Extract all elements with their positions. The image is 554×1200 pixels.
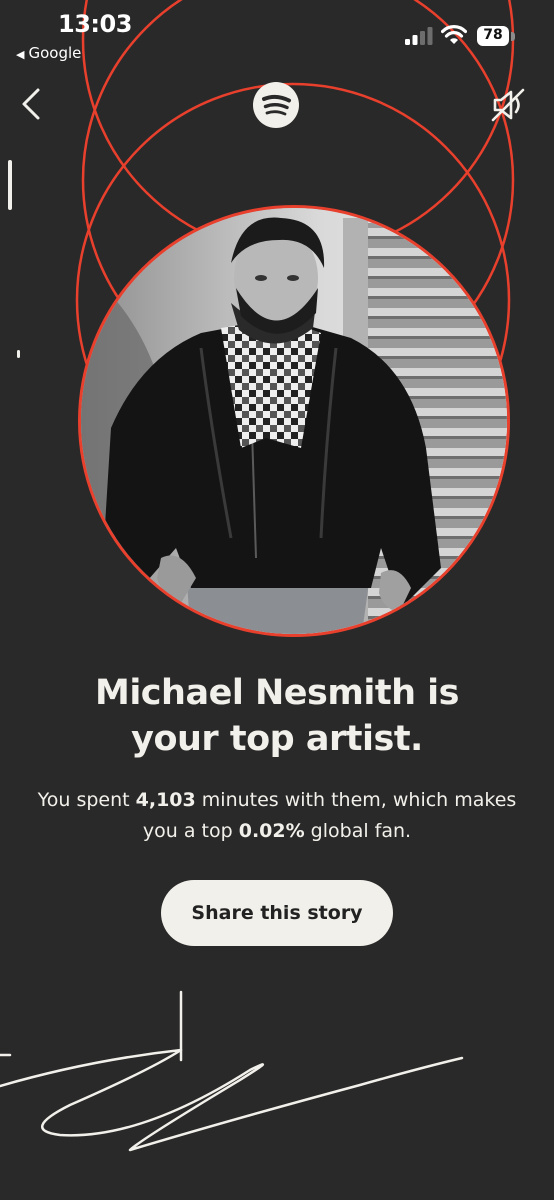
headline-line-1: Michael Nesmith is [94, 673, 460, 713]
wifi-icon [441, 25, 467, 44]
status-bar: 13:03 ◀ Google 78 [0, 0, 554, 70]
story-headline: Michael Nesmith is your top artist. [0, 670, 554, 762]
decorative-squiggle [0, 990, 464, 1152]
speaker-muted-icon[interactable] [489, 86, 527, 124]
back-triangle-icon: ◀ [16, 48, 25, 61]
back-app-label: Google [28, 44, 82, 62]
spotify-logo-icon [253, 82, 299, 128]
headline-line-2: your top artist. [131, 719, 423, 759]
back-to-app-link[interactable]: ◀ Google [16, 44, 81, 62]
artist-photo-illustration [81, 208, 507, 634]
percentile-value: 0.02% [238, 820, 305, 842]
share-story-button[interactable]: Share this story [161, 880, 393, 946]
subtext-prefix: You spent [37, 789, 136, 811]
story-progress-bar [8, 160, 12, 210]
story-progress-marker [17, 350, 20, 358]
subtext-suffix: global fan. [304, 820, 412, 842]
chevron-left-icon[interactable] [16, 84, 46, 124]
battery-level: 78 [483, 27, 503, 43]
artist-photo [78, 205, 510, 637]
status-time: 13:03 [58, 10, 132, 38]
cellular-signal-icon [405, 27, 433, 45]
battery-indicator: 78 [477, 26, 517, 48]
story-subtext: You spent 4,103 minutes with them, which… [30, 785, 524, 847]
battery-tip [511, 32, 515, 41]
minutes-value: 4,103 [135, 789, 196, 811]
